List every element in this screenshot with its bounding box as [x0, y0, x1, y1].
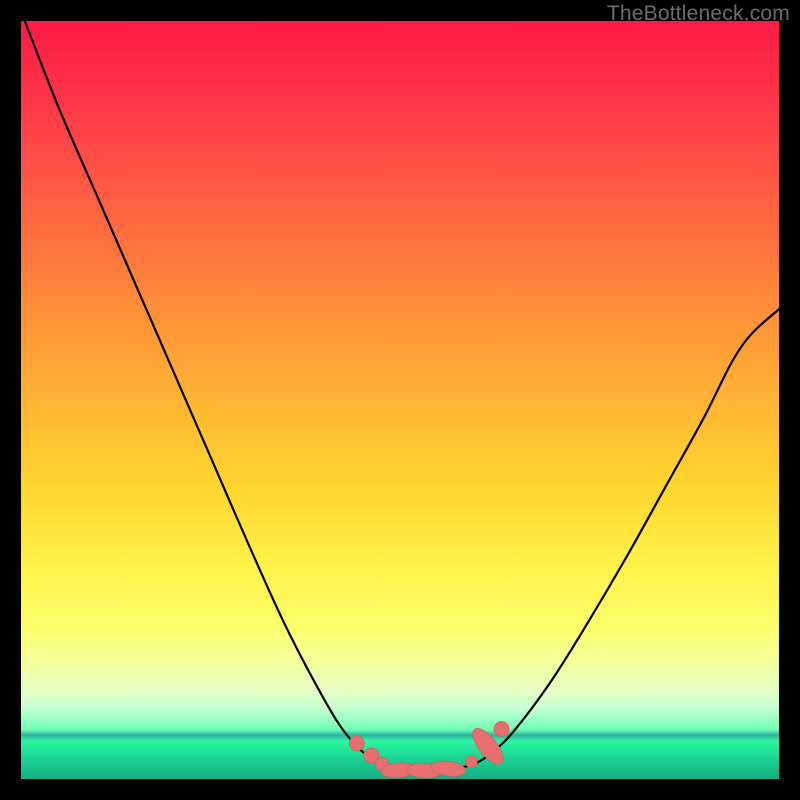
plot-area	[21, 21, 779, 779]
curve-layer	[21, 21, 779, 779]
bottleneck-curve	[25, 21, 779, 772]
curve-markers	[349, 721, 509, 779]
curve-marker	[494, 721, 509, 736]
watermark-text: TheBottleneck.com	[607, 2, 790, 26]
curve-marker	[349, 736, 364, 751]
chart-frame: TheBottleneck.com	[0, 0, 800, 800]
curve-marker	[465, 756, 477, 768]
